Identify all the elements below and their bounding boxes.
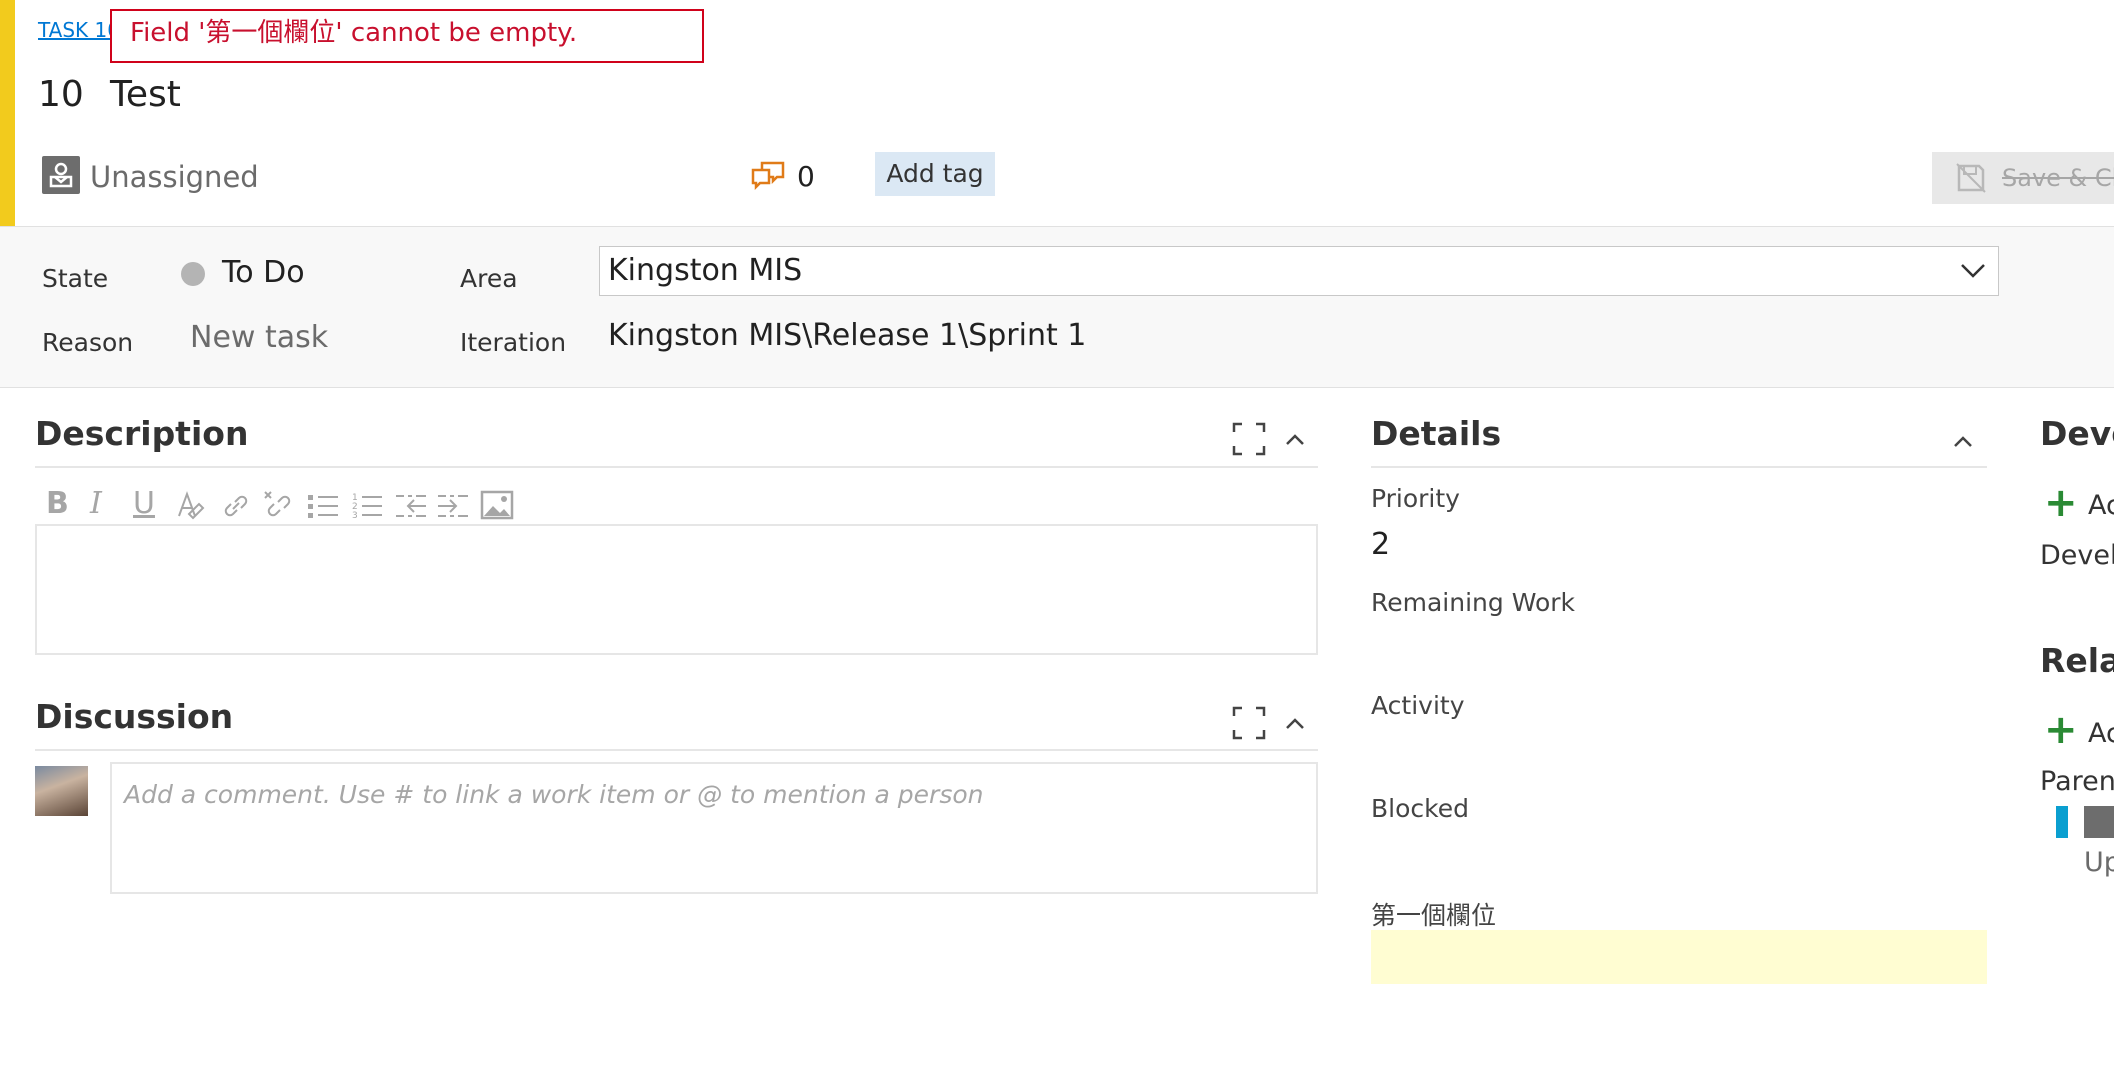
save-and-close-label: Save & Cl (2002, 164, 2114, 192)
maximize-icon[interactable] (1232, 706, 1266, 740)
area-select[interactable] (599, 246, 1999, 296)
add-tag-button[interactable]: Add tag (875, 152, 995, 196)
work-item-id: 10 (38, 74, 84, 115)
custom-field-label: 第一個欄位 (1371, 901, 1497, 930)
maximize-icon[interactable] (1232, 422, 1266, 456)
link-icon[interactable] (220, 490, 252, 522)
decrease-indent-icon[interactable] (394, 490, 428, 522)
parent-item-text[interactable]: Up (2084, 847, 2114, 878)
assignee-label[interactable]: Unassigned (90, 160, 259, 194)
comments-icon[interactable] (750, 160, 786, 192)
description-section-title[interactable]: Description (35, 414, 248, 453)
collapse-chevron-icon[interactable] (1284, 430, 1306, 448)
comment-placeholder: Add a comment. Use # to link a work item… (124, 780, 984, 809)
remaining-work-field[interactable] (1371, 624, 1987, 670)
activity-label: Activity (1371, 691, 1465, 720)
add-development-link[interactable]: Ac (2088, 490, 2114, 521)
collapse-chevron-icon[interactable] (1952, 432, 1974, 450)
reason-label: Reason (42, 328, 134, 357)
area-value: Kingston MIS (608, 253, 803, 288)
bold-button[interactable]: B (46, 486, 69, 521)
priority-value[interactable]: 2 (1371, 527, 1390, 562)
italic-button[interactable]: I (90, 486, 102, 521)
area-label: Area (460, 264, 518, 293)
work-item-type-accent-bar (0, 0, 15, 226)
development-text: Develo (2040, 540, 2114, 571)
parent-type-color-bar (2056, 806, 2068, 838)
increase-indent-icon[interactable] (436, 490, 470, 522)
priority-label: Priority (1371, 484, 1460, 513)
underline-button[interactable]: U (133, 486, 155, 521)
assignee-avatar-icon[interactable] (42, 156, 80, 194)
details-divider (1371, 466, 1987, 468)
bulleted-list-icon[interactable] (306, 490, 340, 522)
work-item-title[interactable]: Test (110, 74, 181, 115)
chevron-down-icon[interactable] (1960, 258, 1986, 282)
related-work-section-title[interactable]: Relat (2040, 641, 2114, 680)
iteration-label: Iteration (460, 328, 567, 357)
remaining-work-label: Remaining Work (1371, 588, 1576, 617)
discussion-divider (35, 749, 1318, 751)
state-label: State (42, 264, 109, 293)
collapse-chevron-icon[interactable] (1284, 714, 1306, 732)
clear-formatting-icon[interactable] (175, 490, 207, 522)
description-editor[interactable] (35, 524, 1318, 655)
numbered-list-icon[interactable]: 123 (350, 490, 384, 522)
details-section-title[interactable]: Details (1371, 414, 1501, 453)
state-indicator-icon (181, 262, 205, 286)
blocked-label: Blocked (1371, 794, 1469, 823)
save-icon (1955, 162, 1987, 194)
unlink-icon[interactable] (263, 490, 295, 522)
parent-assignee-icon[interactable] (2084, 806, 2114, 838)
add-icon[interactable]: + (2044, 707, 2078, 753)
error-message: Field '第一個欄位' cannot be empty. (130, 18, 578, 48)
iteration-value[interactable]: Kingston MIS\Release 1\Sprint 1 (608, 318, 1086, 353)
description-divider (35, 466, 1318, 468)
rich-text-toolbar: B I U 123 (40, 486, 520, 526)
blocked-field[interactable] (1371, 830, 1987, 876)
custom-field-input[interactable] (1371, 930, 1987, 984)
add-icon[interactable]: + (2044, 480, 2078, 526)
insert-image-icon[interactable] (480, 488, 514, 522)
add-link-button[interactable]: Ac (2088, 718, 2114, 749)
activity-field[interactable] (1371, 726, 1987, 772)
avatar (35, 766, 88, 816)
comment-count[interactable]: 0 (797, 160, 815, 193)
svg-text:3: 3 (352, 511, 358, 521)
development-section-title[interactable]: Deve (2040, 414, 2114, 453)
reason-value[interactable]: New task (190, 320, 328, 355)
discussion-section-title[interactable]: Discussion (35, 697, 233, 736)
parent-label: Parent (2040, 766, 2114, 797)
task-link[interactable]: TASK 10 (38, 18, 120, 42)
state-value[interactable]: To Do (222, 255, 305, 290)
